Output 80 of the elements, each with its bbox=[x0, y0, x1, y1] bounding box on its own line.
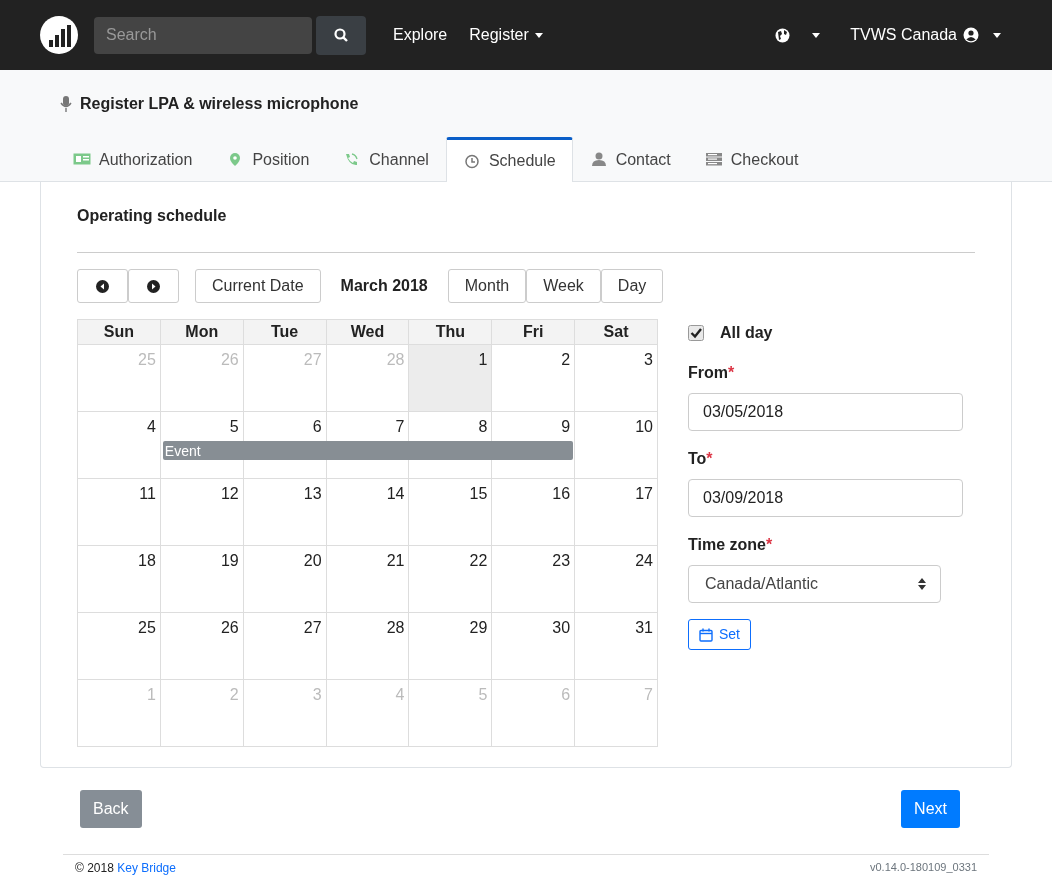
step-tab[interactable]: Position bbox=[209, 137, 327, 181]
version-text: v0.14.0-180109_0331 bbox=[869, 860, 977, 875]
day-cell[interactable]: 27 bbox=[243, 613, 327, 680]
key-bridge-link[interactable]: Key Bridge bbox=[117, 861, 176, 875]
time-zone-select[interactable]: Canada/Atlantic bbox=[688, 565, 941, 603]
checkbox[interactable] bbox=[688, 325, 704, 341]
next-button[interactable]: Next bbox=[901, 790, 960, 828]
day-cell[interactable]: 15 bbox=[409, 479, 493, 546]
field-label: Time zone* bbox=[688, 535, 774, 555]
copyright-text: © 2018 bbox=[75, 861, 115, 875]
weekday-header: Sat bbox=[575, 320, 658, 345]
day-cell[interactable]: 23 bbox=[492, 546, 576, 613]
day-cell[interactable]: 16 bbox=[492, 479, 576, 546]
day-cell[interactable]: 19 bbox=[160, 546, 244, 613]
day-cell[interactable]: 22 bbox=[409, 546, 493, 613]
day-cell[interactable]: 30 bbox=[492, 613, 576, 680]
day-cell[interactable]: 31 bbox=[575, 613, 658, 680]
weekday-header: Mon bbox=[160, 320, 244, 345]
day-cell[interactable]: 28 bbox=[326, 613, 410, 680]
person-icon bbox=[589, 152, 608, 167]
date-field[interactable]: 03/05/2018 bbox=[688, 393, 963, 431]
search-icon bbox=[334, 28, 348, 42]
set-button[interactable]: Set bbox=[688, 619, 751, 650]
step-tab[interactable]: Contact bbox=[572, 137, 688, 181]
step-tab[interactable]: Authorization bbox=[56, 137, 210, 181]
day-cell[interactable]: 12 bbox=[160, 479, 244, 546]
caret-icon bbox=[534, 32, 543, 38]
step-tab[interactable]: Schedule bbox=[445, 137, 573, 182]
field-label: From* bbox=[688, 363, 736, 383]
weekday-header: Tue bbox=[243, 320, 327, 345]
logo-icon bbox=[40, 16, 78, 54]
caret-icon bbox=[812, 32, 821, 38]
day-cell[interactable]: 17 bbox=[575, 479, 658, 546]
field-label: To* bbox=[688, 449, 714, 469]
user-dropdown[interactable]: TVWS Canada bbox=[839, 15, 1012, 55]
day-cell[interactable]: 3 bbox=[575, 345, 658, 412]
date-field[interactable]: 03/09/2018 bbox=[688, 479, 963, 517]
day-cell[interactable]: 11 bbox=[78, 479, 161, 546]
weekday-header: Sun bbox=[78, 320, 161, 345]
microphone-icon bbox=[60, 96, 72, 112]
search-button[interactable] bbox=[316, 15, 366, 55]
view-button[interactable]: Day bbox=[600, 269, 664, 303]
day-cell[interactable]: 26 bbox=[160, 613, 244, 680]
previous-button[interactable] bbox=[77, 269, 128, 303]
step-tab[interactable]: Channel bbox=[326, 137, 446, 181]
globe-icon bbox=[775, 27, 791, 43]
id-card-icon bbox=[73, 152, 91, 167]
next-month-button[interactable] bbox=[128, 269, 179, 303]
register-dropdown[interactable]: Register bbox=[458, 15, 554, 55]
day-cell[interactable]: 18 bbox=[78, 546, 161, 613]
weekday-header: Thu bbox=[409, 320, 493, 345]
page-title: Register LPA & wireless microphone bbox=[80, 94, 359, 114]
day-cell[interactable]: 4 bbox=[78, 412, 161, 479]
server-icon bbox=[704, 152, 723, 167]
day-cell[interactable]: 25 bbox=[78, 613, 161, 680]
view-button[interactable]: Week bbox=[526, 269, 601, 303]
calendar-icon bbox=[699, 627, 713, 642]
search-field[interactable]: Search bbox=[94, 16, 312, 54]
clock-icon bbox=[462, 153, 481, 169]
day-cell[interactable]: 21 bbox=[326, 546, 410, 613]
weekday-header: Fri bbox=[492, 320, 576, 345]
day-cell[interactable]: 13 bbox=[243, 479, 327, 546]
calendar-title: March 2018 bbox=[340, 276, 428, 296]
sort-arrows-icon bbox=[918, 578, 926, 590]
step-tab[interactable]: Checkout bbox=[687, 137, 816, 181]
caret-icon bbox=[993, 32, 1001, 38]
day-cell[interactable]: 10 bbox=[575, 412, 658, 479]
day-cell[interactable]: 24 bbox=[575, 546, 658, 613]
day-cell[interactable]: 20 bbox=[243, 546, 327, 613]
weekday-header: Wed bbox=[326, 320, 410, 345]
all-day-label: All day bbox=[720, 323, 773, 343]
user-icon bbox=[963, 27, 979, 43]
view-button[interactable]: Month bbox=[447, 269, 527, 303]
explore-link[interactable]: Explore bbox=[382, 15, 459, 55]
current-date-button[interactable]: Current Date bbox=[195, 269, 321, 303]
day-cell[interactable]: 14 bbox=[326, 479, 410, 546]
day-cell[interactable]: 1 bbox=[409, 345, 493, 412]
day-cell[interactable]: 29 bbox=[409, 613, 493, 680]
day-cell[interactable]: 2 bbox=[492, 345, 576, 412]
section-title: Operating schedule bbox=[77, 206, 228, 226]
